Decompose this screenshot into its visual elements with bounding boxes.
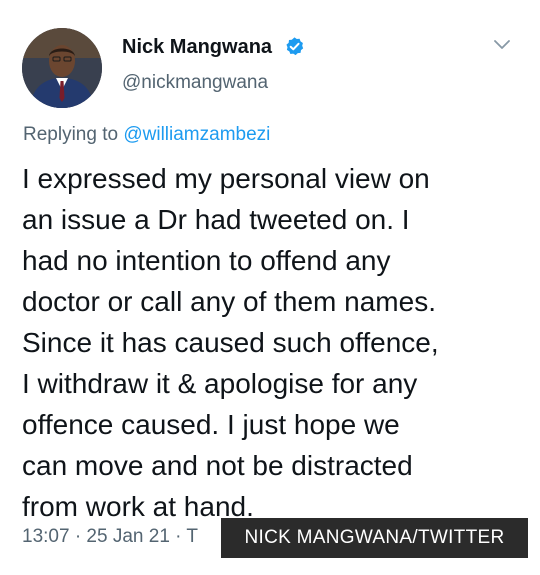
avatar-portrait-icon (22, 28, 102, 108)
replying-to-label: Replying to (23, 124, 124, 145)
tweet-text-line: I withdraw it & apologise for any (22, 368, 418, 399)
tweet-text-line: had no intention to offend any (22, 245, 391, 276)
author-display-name[interactable]: Nick Mangwana (122, 36, 272, 59)
replying-to-line: Replying to @williamzambezi (23, 124, 270, 146)
reply-mention-link[interactable]: @williamzambezi (123, 124, 270, 145)
tweet-text-line: can move and not be distracted (22, 450, 413, 481)
author-handle[interactable]: @nickmangwana (122, 72, 268, 94)
avatar[interactable] (22, 28, 102, 108)
tweet-text-line: an issue a Dr had tweeted on. I (22, 204, 410, 235)
tweet-text-line: offence caused. I just hope we (22, 409, 400, 440)
tweet-text: I expressed my personal view on an issue… (22, 158, 527, 527)
tweet-text-line: I expressed my personal view on (22, 163, 430, 194)
tweet-card: Nick Mangwana @nickmangwana Replying to … (0, 0, 540, 575)
tweet-timestamp[interactable]: 13:07 · 25 Jan 21 · T (22, 526, 198, 548)
chevron-down-icon[interactable] (492, 38, 512, 52)
photo-credit-caption: NICK MANGWANA/TWITTER (221, 518, 528, 558)
verified-badge-icon (286, 37, 304, 56)
tweet-text-line: doctor or call any of them names. (22, 286, 436, 317)
tweet-text-line: Since it has caused such offence, (22, 327, 439, 358)
